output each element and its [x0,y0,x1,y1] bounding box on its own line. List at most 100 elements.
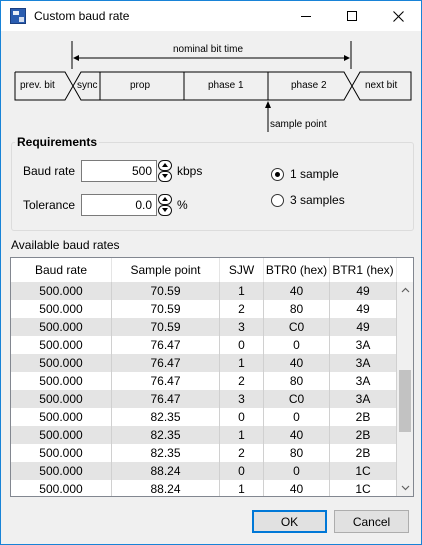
cell-btr0: 0 [264,462,330,480]
tolerance-up-button[interactable] [157,194,173,205]
chevron-up-icon [401,287,409,293]
cell-baud-rate: 500.000 [11,318,112,336]
arrow-down-icon [162,208,168,212]
table-row[interactable]: 500.000 70.59 3 C0 49 [11,318,397,336]
close-icon [392,10,404,22]
cell-btr0: 40 [264,426,330,444]
cell-btr1: 3A [330,372,397,390]
sample-point-label: sample point [270,119,327,130]
ok-button[interactable]: OK [252,510,327,533]
column-header-baud-rate[interactable]: Baud rate [11,258,112,282]
cell-btr0: 80 [264,444,330,462]
arrow-up-icon [162,163,168,167]
cell-btr1: 1C [330,462,397,480]
radio-3-samples[interactable] [271,194,284,207]
baud-rate-table[interactable]: Baud rate Sample point SJW BTR0 (hex) BT… [10,257,414,497]
cell-sample-point: 70.59 [112,300,220,318]
baud-rate-label: Baud rate [23,164,76,178]
cell-btr1: 2B [330,426,397,444]
column-header-btr1[interactable]: BTR1 (hex) [330,258,397,282]
table-row[interactable]: 500.000 76.47 1 40 3A [11,354,397,372]
minimize-icon [301,15,311,17]
table-row[interactable]: 500.000 82.35 1 40 2B [11,426,397,444]
table-row[interactable]: 500.000 76.47 0 0 3A [11,336,397,354]
table-row[interactable]: 500.000 70.59 1 40 49 [11,282,397,300]
tolerance-input[interactable]: 0.0 [81,194,157,216]
maximize-icon [347,11,357,21]
scroll-down-button[interactable] [397,480,413,496]
cell-sjw: 0 [220,462,264,480]
table-row[interactable]: 500.000 82.35 0 0 2B [11,408,397,426]
segment-phase-2: phase 2 [291,80,327,91]
scroll-up-button[interactable] [397,282,413,298]
cell-sample-point: 76.47 [112,372,220,390]
column-header-btr0[interactable]: BTR0 (hex) [264,258,330,282]
cell-sjw: 1 [220,480,264,496]
radio-1-sample-label[interactable]: 1 sample [290,167,339,181]
chevron-down-icon [401,485,409,491]
radio-1-sample[interactable] [271,168,284,181]
cell-baud-rate: 500.000 [11,462,112,480]
baud-rate-input[interactable]: 500 [81,160,157,182]
cell-sample-point: 88.24 [112,462,220,480]
tolerance-down-button[interactable] [157,205,173,216]
cancel-button[interactable]: Cancel [334,510,409,533]
cell-sjw: 0 [220,336,264,354]
arrow-up-icon [162,197,168,201]
cell-btr1: 3A [330,336,397,354]
nominal-bit-time-label: nominal bit time [173,44,244,55]
table-row[interactable]: 500.000 70.59 2 80 49 [11,300,397,318]
cell-sjw: 0 [220,408,264,426]
segment-prop: prop [130,80,151,91]
minimize-button[interactable] [283,1,329,31]
cell-sjw: 1 [220,282,264,300]
cell-btr0: C0 [264,318,330,336]
cell-baud-rate: 500.000 [11,426,112,444]
cell-sjw: 2 [220,300,264,318]
table-row[interactable]: 500.000 76.47 2 80 3A [11,372,397,390]
table-row[interactable]: 500.000 88.24 1 40 1C [11,480,397,496]
radio-3-samples-label[interactable]: 3 samples [290,193,345,207]
cell-sjw: 1 [220,426,264,444]
cell-btr1: 49 [330,282,397,300]
table-row[interactable]: 500.000 76.47 3 C0 3A [11,390,397,408]
cell-sample-point: 76.47 [112,354,220,372]
cell-sjw: 3 [220,390,264,408]
baud-rate-down-button[interactable] [157,171,173,182]
cell-btr1: 2B [330,444,397,462]
available-baud-rates-label: Available baud rates [11,238,120,252]
requirements-group [11,142,414,231]
segment-prev-bit: prev. bit [20,80,55,91]
baud-rate-up-button[interactable] [157,160,173,171]
arrow-down-icon [162,174,168,178]
cell-btr0: 40 [264,282,330,300]
segment-phase-1: phase 1 [208,80,244,91]
cell-baud-rate: 500.000 [11,390,112,408]
scroll-thumb[interactable] [399,370,411,432]
window-title: Custom baud rate [34,9,130,23]
cell-btr0: C0 [264,390,330,408]
cell-baud-rate: 500.000 [11,300,112,318]
cell-baud-rate: 500.000 [11,408,112,426]
column-header-sjw[interactable]: SJW [220,258,264,282]
cell-sjw: 2 [220,372,264,390]
cell-baud-rate: 500.000 [11,282,112,300]
table-scrollbar[interactable] [397,282,413,496]
requirements-title: Requirements [15,135,100,149]
close-button[interactable] [375,1,421,31]
cell-sample-point: 82.35 [112,408,220,426]
cell-sjw: 1 [220,354,264,372]
title-bar[interactable]: Custom baud rate [1,1,421,31]
maximize-button[interactable] [329,1,375,31]
cell-sample-point: 82.35 [112,426,220,444]
cell-btr1: 3A [330,390,397,408]
cell-btr1: 49 [330,318,397,336]
table-row[interactable]: 500.000 88.24 0 0 1C [11,462,397,480]
baud-rate-unit: kbps [177,164,203,178]
column-header-sample-point[interactable]: Sample point [112,258,220,282]
cell-sample-point: 76.47 [112,336,220,354]
cell-btr1: 49 [330,300,397,318]
tolerance-unit: % [177,198,188,212]
cell-sjw: 3 [220,318,264,336]
table-row[interactable]: 500.000 82.35 2 80 2B [11,444,397,462]
